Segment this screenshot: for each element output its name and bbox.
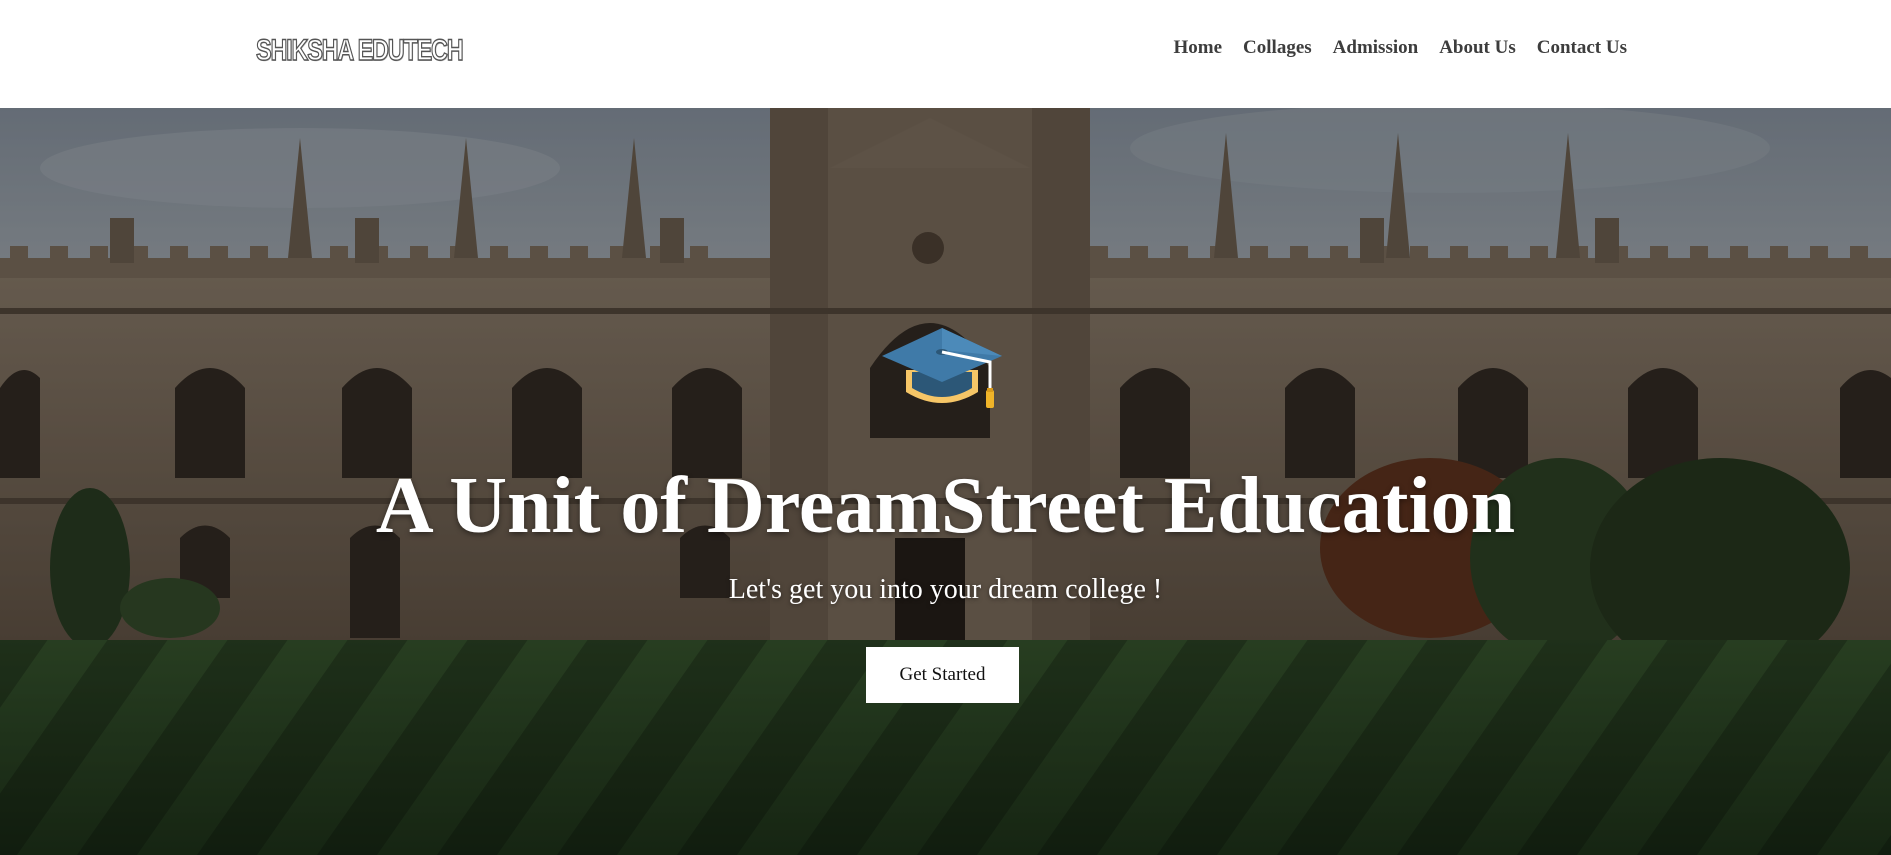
brand-logo[interactable]: SHIKSHA EDUTECH xyxy=(255,33,464,68)
nav-link-home[interactable]: Home xyxy=(1174,37,1223,58)
nav-item-home: Home xyxy=(1174,37,1223,59)
hero-content: A Unit of DreamStreet Education Let's ge… xyxy=(0,108,1891,855)
hero-subtitle: Let's get you into your dream college ! xyxy=(728,574,1163,605)
nav-item-contact-us: Contact Us xyxy=(1537,37,1627,59)
hero-title: A Unit of DreamStreet Education xyxy=(375,462,1516,550)
hero-section: A Unit of DreamStreet Education Let's ge… xyxy=(0,108,1891,855)
graduation-cap-icon xyxy=(882,328,1002,408)
nav-item-collages: Collages xyxy=(1243,37,1312,59)
nav-menu: Home Collages Admission About Us Contact… xyxy=(1174,37,1628,59)
nav-link-admission[interactable]: Admission xyxy=(1333,37,1419,58)
nav-link-about-us[interactable]: About Us xyxy=(1439,37,1516,58)
top-navbar: SHIKSHA EDUTECH Home Collages Admission … xyxy=(0,0,1891,108)
nav-item-admission: Admission xyxy=(1333,37,1419,59)
get-started-button[interactable]: Get Started xyxy=(866,647,1019,703)
nav-link-contact-us[interactable]: Contact Us xyxy=(1537,37,1627,58)
nav-item-about-us: About Us xyxy=(1439,37,1516,59)
nav-link-collages[interactable]: Collages xyxy=(1243,37,1312,58)
